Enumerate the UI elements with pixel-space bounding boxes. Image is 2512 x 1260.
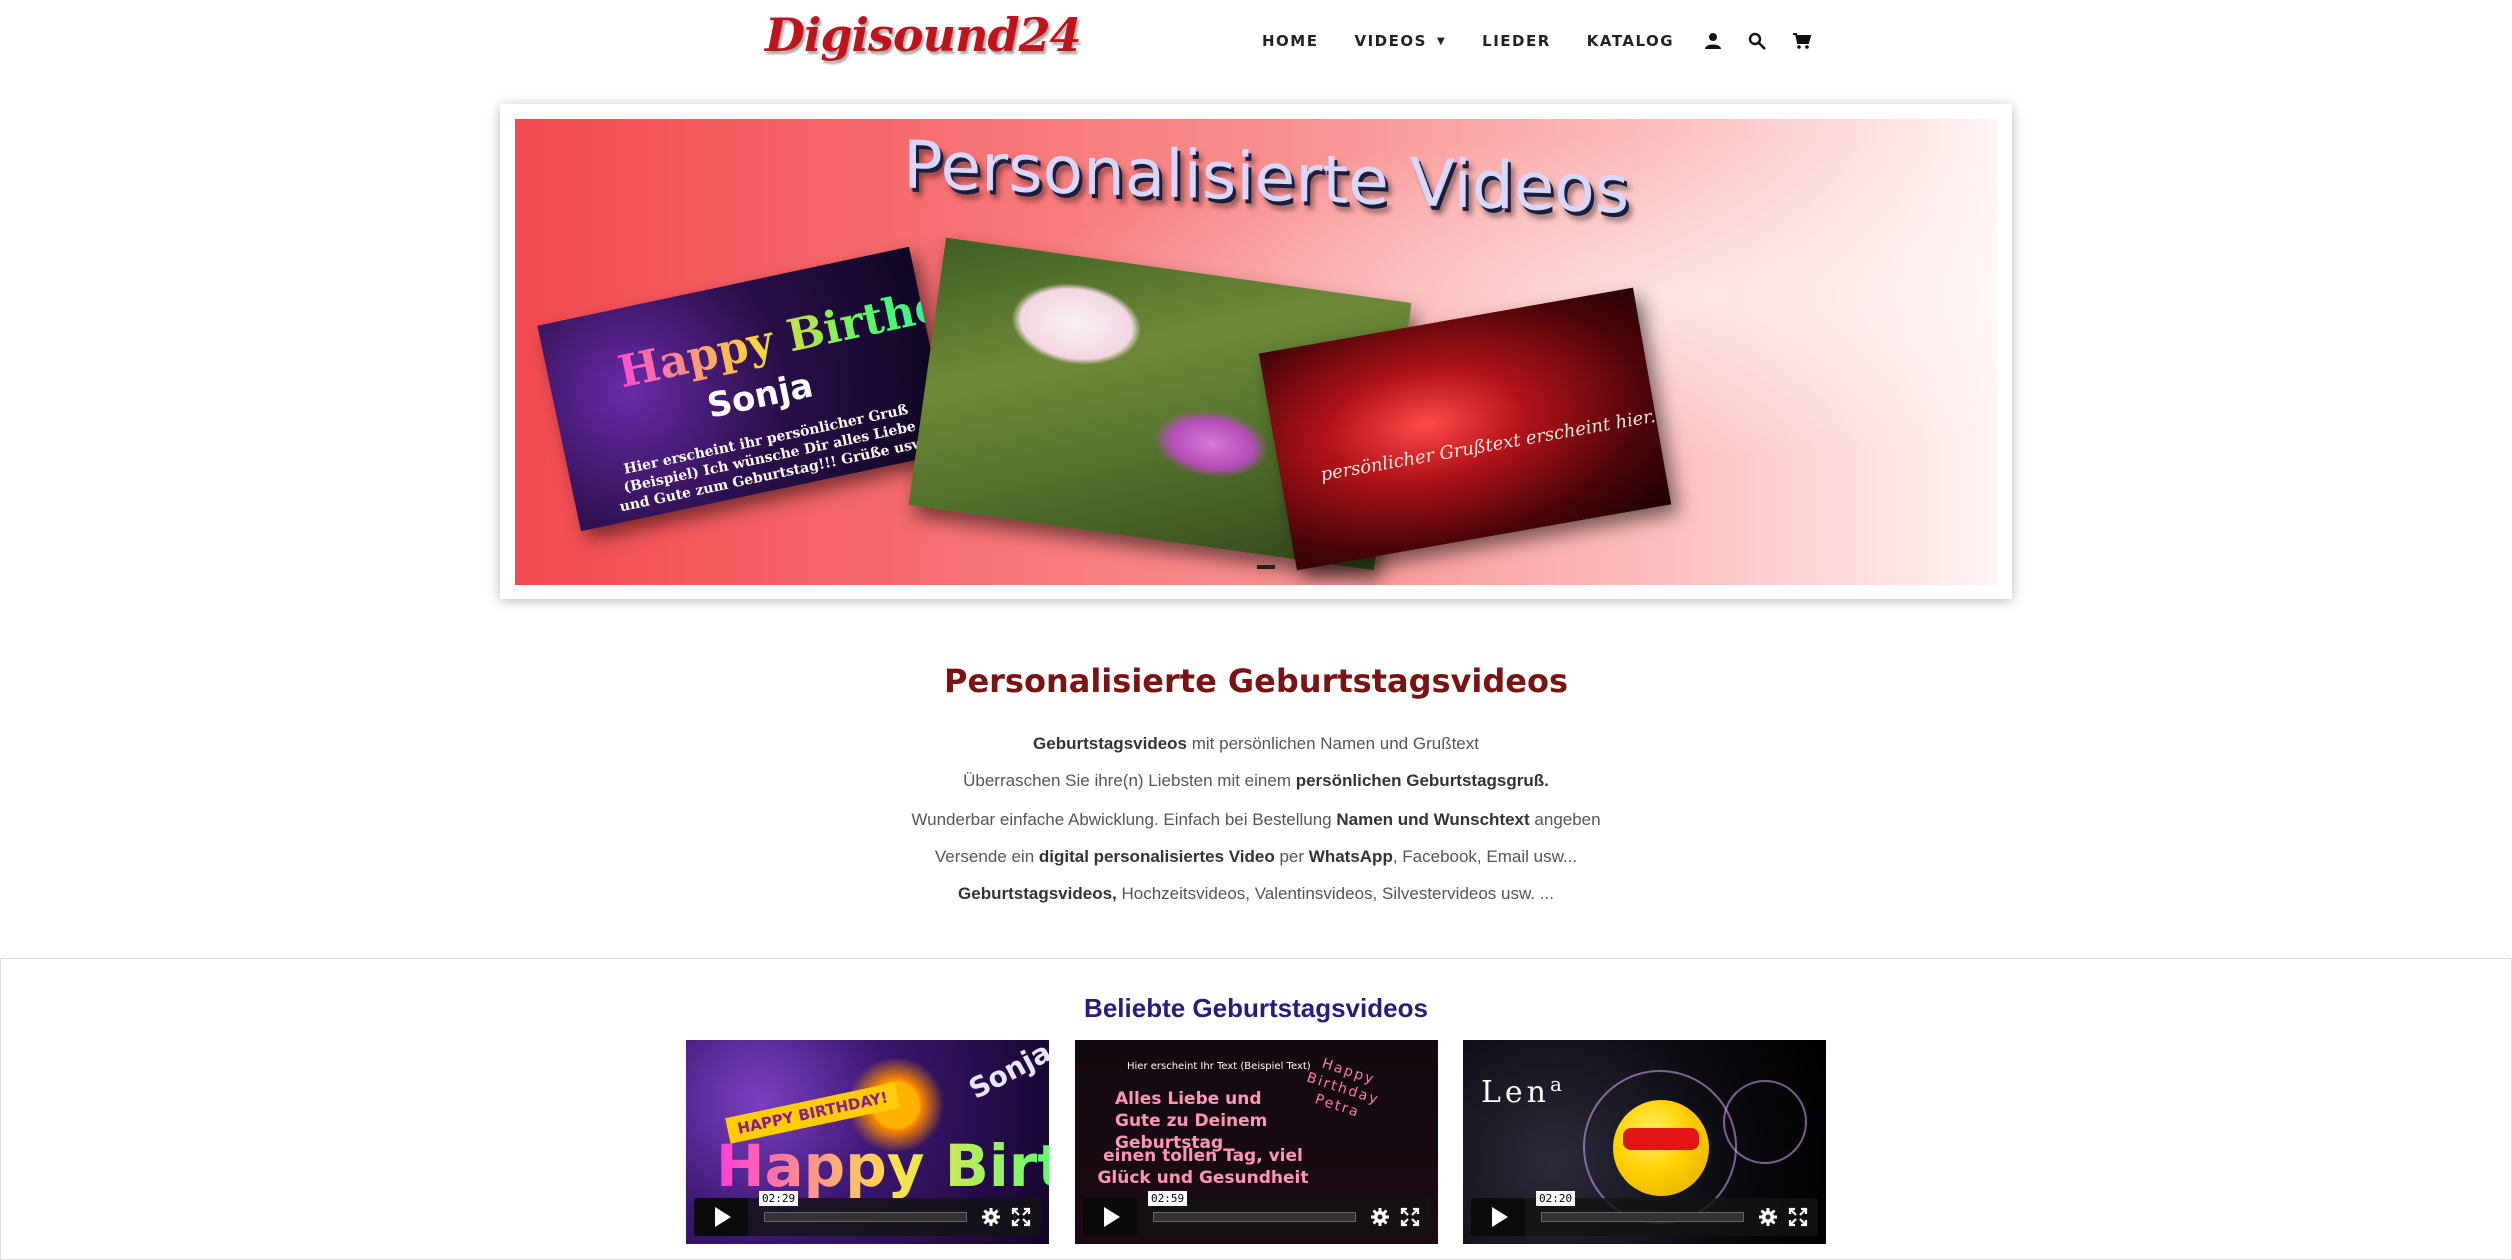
video-3-controls: 02:20 <box>1471 1191 1818 1236</box>
nav-lieder[interactable]: LIEDER <box>1482 32 1551 50</box>
settings-gear-icon[interactable] <box>1370 1207 1390 1227</box>
video-1-duration: 02:29 <box>759 1191 799 1206</box>
play-button[interactable] <box>1083 1198 1137 1236</box>
fullscreen-icon[interactable] <box>1400 1207 1420 1227</box>
intro-line-3: Wunderbar einfache Abwicklung. Einfach b… <box>0 810 2512 830</box>
video-3-name-sup: a <box>1550 1072 1566 1096</box>
hero-banner-image[interactable]: Personalisierte Videos Happy Birthday! S… <box>515 119 1997 585</box>
cart-icon[interactable] <box>1792 32 1812 50</box>
video-player-1[interactable]: Sonja HAPPY BIRTHDAY! Happy Birthday! 02… <box>686 1040 1049 1244</box>
popular-videos-section: Beliebte Geburtstagsvideos Sonja HAPPY B… <box>0 958 2512 1260</box>
video-1-name: Sonja <box>963 1040 1049 1106</box>
intro-line-3-text-end: angeben <box>1529 810 1601 829</box>
account-icon[interactable] <box>1704 32 1722 50</box>
intro-line-5-text: Hochzeitsvideos, Valentinsvideos, Silves… <box>1116 884 1554 903</box>
intro-line-5-bold: Geburtstagsvideos, <box>958 884 1117 903</box>
video-2-duration: 02:59 <box>1148 1191 1188 1206</box>
main-nav: HOME VIDEOS ▼ LIEDER KATALOG <box>1262 32 1812 50</box>
popular-videos-heading: Beliebte Geburtstagsvideos <box>1084 993 1428 1023</box>
caret-down-icon: ▼ <box>1436 35 1447 47</box>
intro-line-2: Überraschen Sie ihre(n) Liebsten mit ein… <box>0 771 2512 791</box>
video-player-3[interactable]: Lena 02:20 <box>1463 1040 1826 1244</box>
sunglasses-graphic <box>1623 1128 1699 1150</box>
nav-katalog[interactable]: KATALOG <box>1587 32 1674 50</box>
video-2-hb-text: Happy Birthday Petra <box>1304 1055 1382 1121</box>
nav-lieder-label: LIEDER <box>1482 32 1551 50</box>
intro-line-1: Geburtstagsvideos mit persönlichen Namen… <box>0 734 2512 754</box>
intro-line-4-text-mid: per <box>1274 847 1309 866</box>
video-2-small-text: Hier erscheint Ihr Text (Beispiel Text) <box>1127 1061 1311 1072</box>
nav-katalog-label: KATALOG <box>1586 32 1675 50</box>
video-3-progress-bar[interactable]: 02:20 <box>1536 1191 1744 1222</box>
intro-line-3-text: Wunderbar einfache Abwicklung. Einfach b… <box>911 810 1337 829</box>
settings-gear-icon[interactable] <box>1758 1207 1778 1227</box>
video-2-controls: 02:59 <box>1083 1191 1430 1236</box>
intro-line-4-text: Versende ein <box>934 847 1039 866</box>
play-button[interactable] <box>694 1198 748 1236</box>
hero-slider[interactable]: Personalisierte Videos Happy Birthday! S… <box>500 104 2012 599</box>
intro-line-4-bold: digital personalisiertes Video <box>1038 847 1275 866</box>
hero-card-birthday: Happy Birthday! Sonja Hier erscheint ihr… <box>537 246 953 532</box>
intro-line-2-bold: persönlichen Geburtstagsgruß. <box>1295 771 1549 790</box>
bubble-graphic <box>1723 1080 1807 1164</box>
intro-line-2-text: Überraschen Sie ihre(n) Liebsten mit ein… <box>963 771 1296 790</box>
intro-line-4-bold-2: WhatsApp <box>1308 847 1393 866</box>
video-2-main-text-2: einen tollen Tag, viel Glück und Gesundh… <box>1097 1146 1309 1188</box>
video-1-title: Happy Birthday! <box>716 1132 1049 1200</box>
fullscreen-icon[interactable] <box>1788 1207 1808 1227</box>
intro-line-3-bold: Namen und Wunschtext <box>1336 810 1530 829</box>
video-player-2[interactable]: Hier erscheint Ihr Text (Beispiel Text) … <box>1075 1040 1438 1244</box>
hero-card-birthday-text: Hier erscheint ihr persönlicher Gruß (Be… <box>618 401 929 516</box>
video-2-progress-bar[interactable]: 02:59 <box>1148 1191 1356 1222</box>
play-icon <box>1104 1207 1120 1227</box>
play-icon <box>1492 1207 1508 1227</box>
slide-indicator[interactable] <box>1257 565 1275 569</box>
site-logo[interactable]: Digisound24 <box>765 8 1082 62</box>
intro-line-5: Geburtstagsvideos, Hochzeitsvideos, Vale… <box>0 884 2512 904</box>
intro-line-4: Versende ein digital personalisiertes Vi… <box>0 847 2512 867</box>
intro-line-4-text-end: , Facebook, Email usw... <box>1392 847 1578 866</box>
video-3-duration: 02:20 <box>1536 1191 1576 1206</box>
video-3-name: Lena <box>1481 1072 1566 1110</box>
nav-icon-group <box>1704 32 1812 50</box>
nav-videos[interactable]: VIDEOS ▼ <box>1354 32 1446 50</box>
settings-gear-icon[interactable] <box>981 1207 1001 1227</box>
fullscreen-icon[interactable] <box>1011 1207 1031 1227</box>
video-1-progress-bar[interactable]: 02:29 <box>759 1191 967 1222</box>
search-icon[interactable] <box>1748 32 1767 50</box>
video-1-controls: 02:29 <box>694 1191 1041 1236</box>
intro-line-1-bold: Geburtstagsvideos <box>1033 734 1188 753</box>
video-3-name-main: Len <box>1481 1075 1550 1110</box>
intro-heading: Personalisierte Geburtstagsvideos <box>943 662 1568 700</box>
nav-home[interactable]: HOME <box>1262 32 1318 50</box>
hero-card-heart-text: persönlicher Grußtext erscheint hier.... <box>1319 402 1672 486</box>
hero-title: Personalisierte Videos <box>903 126 1630 229</box>
intro-line-1-text: mit persönlichen Namen und Grußtext <box>1187 734 1479 753</box>
play-button[interactable] <box>1471 1198 1525 1236</box>
play-icon <box>715 1207 731 1227</box>
nav-home-label: HOME <box>1262 32 1319 50</box>
emoji-sunglasses-graphic <box>1613 1100 1709 1196</box>
nav-videos-label: VIDEOS <box>1354 32 1427 50</box>
